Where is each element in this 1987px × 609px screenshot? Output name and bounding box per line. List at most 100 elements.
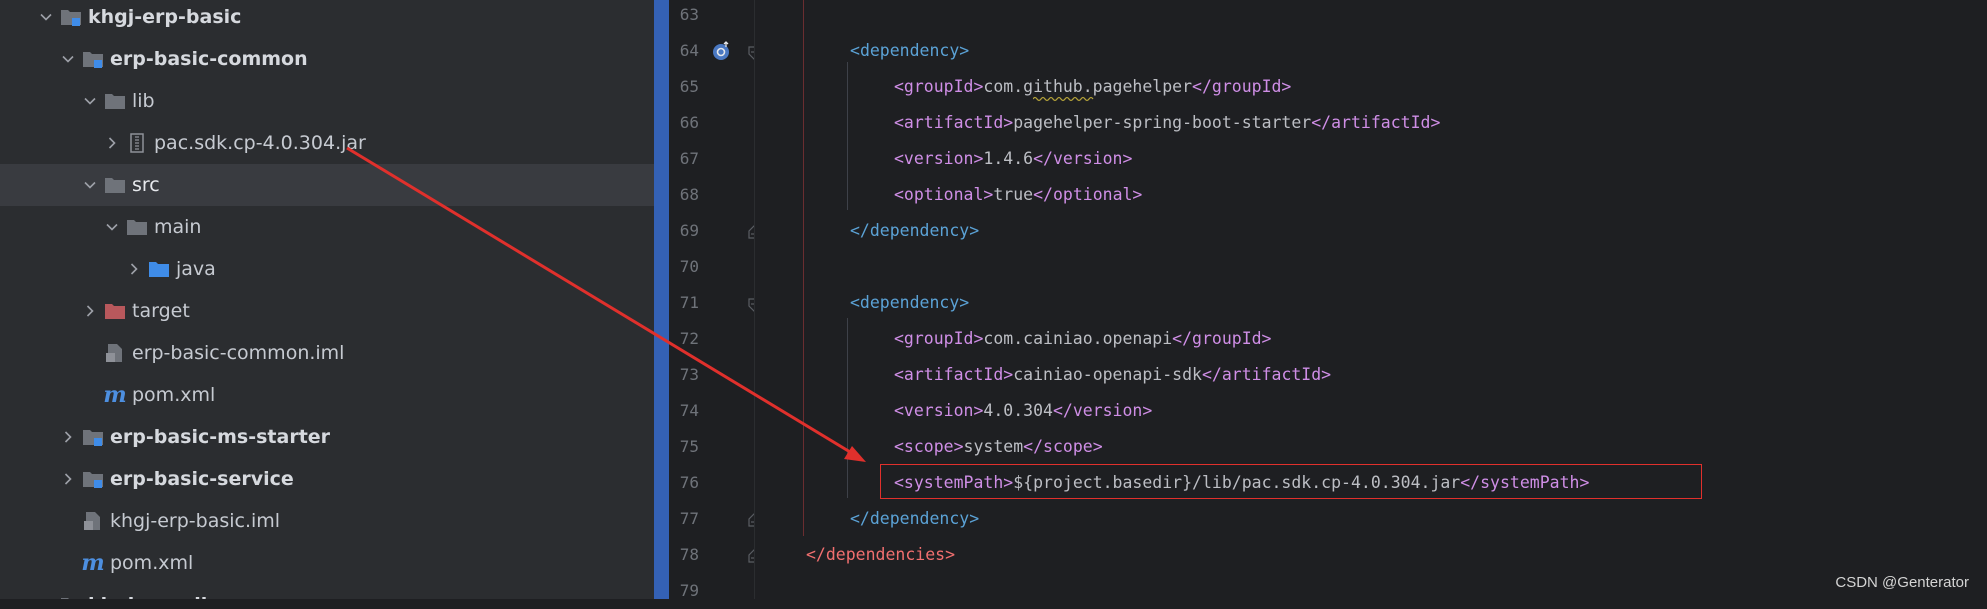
tree-item-label: src bbox=[132, 174, 160, 196]
xml-value: 4.0.304 bbox=[983, 401, 1053, 420]
code-line-67: <version>1.4.6</version> bbox=[894, 141, 1132, 177]
tree-item-main[interactable]: main bbox=[0, 206, 654, 248]
chevron-right-icon[interactable] bbox=[82, 303, 98, 319]
tree-item-target[interactable]: target bbox=[0, 290, 654, 332]
chevron-right-icon[interactable] bbox=[104, 135, 120, 151]
code-line-69: </dependency> bbox=[850, 221, 980, 240]
code-line-75: <scope>system</scope> bbox=[894, 429, 1103, 465]
xml-value: system bbox=[963, 437, 1024, 456]
xml-tag: dependency bbox=[859, 41, 960, 60]
tree-item-erp-basic-service[interactable]: erp-basic-service bbox=[0, 458, 654, 500]
xml-value: pagehelper-spring-boot-starter bbox=[1013, 113, 1312, 132]
tree-item-label: pac.sdk.cp-4.0.304.jar bbox=[154, 132, 366, 154]
tree-item-khgj-supplier[interactable]: khgj-supplier bbox=[0, 584, 654, 599]
line-number: 77 bbox=[679, 509, 699, 528]
line-number: 79 bbox=[679, 581, 699, 600]
xml-tag: <scope> bbox=[894, 437, 964, 456]
iml-file-icon bbox=[104, 343, 126, 363]
code-line-66: <artifactId>pagehelper-spring-boot-start… bbox=[894, 105, 1440, 141]
folder-icon bbox=[104, 91, 126, 111]
editor-gutter: 63 64 65 66 67 68 69 70 71 72 73 74 75 7… bbox=[669, 0, 760, 600]
code-line-68: <optional>true</optional> bbox=[894, 177, 1142, 213]
navigate-dependency-icon[interactable] bbox=[711, 40, 733, 62]
indent-guide bbox=[847, 318, 848, 498]
xml-tag: </groupId> bbox=[1192, 77, 1292, 96]
tree-item-label: khgj-erp-basic.iml bbox=[110, 510, 281, 532]
folder-icon bbox=[104, 175, 126, 195]
line-number: 72 bbox=[679, 329, 699, 348]
indent-guide bbox=[803, 0, 804, 536]
chevron-down-icon[interactable] bbox=[82, 93, 98, 109]
chevron-down-icon[interactable] bbox=[60, 51, 76, 67]
chevron-right-icon[interactable] bbox=[126, 261, 142, 277]
module-folder-icon bbox=[82, 49, 104, 69]
xml-tag: <version> bbox=[894, 149, 984, 168]
line-number: 68 bbox=[679, 185, 699, 204]
maven-icon: m bbox=[81, 550, 105, 576]
line-number: 74 bbox=[679, 401, 699, 420]
xml-tag: </version> bbox=[1052, 401, 1153, 420]
tree-item-erp-basic-common[interactable]: erp-basic-common bbox=[0, 38, 654, 80]
module-folder-icon bbox=[82, 469, 104, 489]
xml-tag: <groupId> bbox=[894, 77, 984, 96]
tree-item-label: pom.xml bbox=[110, 552, 194, 574]
code-editor[interactable]: <dependency> <groupId>com.github.pagehel… bbox=[755, 0, 1987, 599]
tree-item-java[interactable]: java bbox=[0, 248, 654, 290]
xml-tag: <artifactId> bbox=[894, 113, 1014, 132]
xml-value: com.github.pagehelper bbox=[983, 77, 1193, 96]
vcs-change-stripe bbox=[654, 0, 669, 599]
jar-icon bbox=[126, 133, 148, 153]
code-line-64: <dependency> bbox=[850, 33, 969, 69]
module-folder-icon bbox=[82, 427, 104, 447]
project-tree: khgj-erp-basic erp-basic-common lib pac.… bbox=[0, 0, 654, 599]
chevron-right-icon[interactable] bbox=[60, 429, 76, 445]
line-number: 66 bbox=[679, 113, 699, 132]
chevron-down-icon[interactable] bbox=[38, 9, 54, 25]
line-number: 65 bbox=[679, 77, 699, 96]
line-number: 70 bbox=[679, 257, 699, 276]
tree-item-label: erp-basic-common.iml bbox=[132, 342, 345, 364]
tree-item-erp-basic-common-iml[interactable]: erp-basic-common.iml bbox=[0, 332, 654, 374]
xml-tag: <groupId> bbox=[894, 329, 984, 348]
module-folder-icon bbox=[60, 7, 82, 27]
tree-item-pom-common[interactable]: m pom.xml bbox=[0, 374, 654, 416]
code-line-78: </dependencies> bbox=[806, 545, 956, 564]
folder-icon bbox=[126, 217, 148, 237]
code-line-77: </dependency> bbox=[850, 509, 980, 528]
source-folder-icon bbox=[148, 259, 170, 279]
tree-item-label: khgj-supplier bbox=[88, 594, 229, 599]
chevron-right-icon[interactable] bbox=[60, 471, 76, 487]
xml-value: cainiao-openapi-sdk bbox=[1013, 365, 1202, 384]
tree-item-erp-basic-ms-starter[interactable]: erp-basic-ms-starter bbox=[0, 416, 654, 458]
line-number: 75 bbox=[679, 437, 699, 456]
tree-item-lib[interactable]: lib bbox=[0, 80, 654, 122]
line-number: 63 bbox=[679, 5, 699, 24]
module-folder-icon bbox=[60, 595, 82, 599]
tree-item-label: lib bbox=[132, 90, 155, 112]
line-number: 67 bbox=[679, 149, 699, 168]
tree-item-label: erp-basic-service bbox=[110, 468, 294, 490]
xml-value: 1.4.6 bbox=[983, 149, 1034, 168]
line-number: 78 bbox=[679, 545, 699, 564]
tree-item-khgj-erp-basic[interactable]: khgj-erp-basic bbox=[0, 0, 654, 38]
chevron-down-icon[interactable] bbox=[82, 177, 98, 193]
line-number: 71 bbox=[679, 293, 699, 312]
tree-item-src[interactable]: src bbox=[0, 164, 654, 206]
chevron-down-icon[interactable] bbox=[104, 219, 120, 235]
tree-item-label: java bbox=[176, 258, 216, 280]
tree-item-jar[interactable]: pac.sdk.cp-4.0.304.jar bbox=[0, 122, 654, 164]
xml-value: com.cainiao.openapi bbox=[983, 329, 1173, 348]
maven-icon: m bbox=[103, 382, 127, 408]
tree-item-label: erp-basic-ms-starter bbox=[110, 426, 331, 448]
xml-tag: < bbox=[850, 41, 860, 60]
xml-tag: <optional> bbox=[894, 185, 994, 204]
line-number: 76 bbox=[679, 473, 699, 492]
tree-item-pom-root[interactable]: m pom.xml bbox=[0, 542, 654, 584]
line-number: 64 bbox=[679, 41, 699, 60]
xml-tag: </groupId> bbox=[1172, 329, 1272, 348]
xml-tag: > bbox=[959, 41, 970, 60]
watermark: CSDN @Genterator bbox=[1835, 574, 1969, 591]
tree-item-label: erp-basic-common bbox=[110, 48, 308, 70]
tree-item-khgj-erp-basic-iml[interactable]: khgj-erp-basic.iml bbox=[0, 500, 654, 542]
xml-tag: </artifactId> bbox=[1201, 365, 1332, 384]
